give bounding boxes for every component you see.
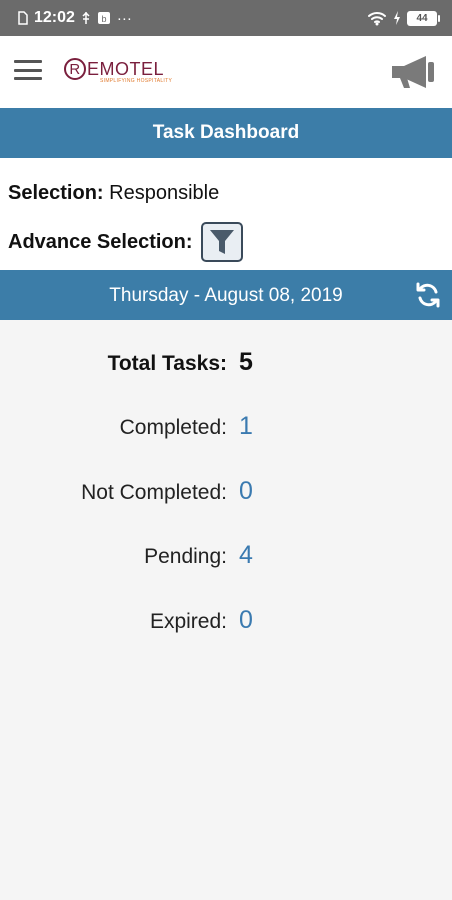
stat-value[interactable]: 0 bbox=[239, 477, 253, 506]
logo-r-mark: R bbox=[64, 58, 86, 80]
selected-date[interactable]: Thursday - August 08, 2019 bbox=[0, 285, 452, 307]
stat-label: Pending: bbox=[144, 545, 227, 568]
battery-tip bbox=[438, 14, 440, 22]
hamburger-menu-icon[interactable] bbox=[14, 58, 42, 82]
status-bar: 12:02 b ··· 44 bbox=[0, 0, 452, 36]
selection-value[interactable]: Responsible bbox=[109, 182, 219, 204]
logo-tagline: SIMPLIFYING HOSPITALITY bbox=[100, 78, 173, 84]
logo-wordmark: R EMOTEL bbox=[64, 58, 172, 80]
status-time: 12:02 bbox=[34, 9, 75, 26]
app-bar: R EMOTEL SIMPLIFYING HOSPITALITY bbox=[0, 36, 452, 108]
selection-row: Selection: Responsible bbox=[8, 182, 219, 205]
logo-text: EMOTEL bbox=[87, 58, 165, 79]
usb-icon bbox=[82, 11, 90, 24]
stat-expired[interactable]: Expired: 0 bbox=[0, 600, 452, 640]
stat-value: 5 bbox=[239, 348, 253, 376]
menu-line bbox=[14, 68, 42, 72]
stat-value[interactable]: 0 bbox=[239, 606, 253, 635]
stat-not-completed[interactable]: Not Completed: 0 bbox=[0, 471, 452, 511]
svg-text:b: b bbox=[101, 14, 106, 24]
stat-completed[interactable]: Completed: 1 bbox=[0, 406, 452, 446]
more-notifications-icon: ··· bbox=[116, 9, 132, 27]
stat-label: Completed: bbox=[119, 416, 227, 439]
page-title: Task Dashboard bbox=[152, 122, 300, 143]
app-notification-icon: b bbox=[97, 12, 110, 24]
stat-label: Total Tasks: bbox=[107, 352, 227, 375]
status-right: 44 bbox=[367, 10, 440, 26]
charging-icon bbox=[394, 11, 400, 25]
battery-icon: 44 bbox=[407, 10, 440, 26]
stat-value[interactable]: 1 bbox=[239, 412, 253, 441]
menu-line bbox=[14, 60, 42, 63]
stat-total-tasks: Total Tasks: 5 bbox=[0, 342, 452, 382]
page-title-bar: Task Dashboard bbox=[0, 108, 452, 158]
megaphone-icon[interactable] bbox=[390, 52, 438, 92]
stat-label: Expired: bbox=[149, 610, 227, 633]
stat-label: Not Completed: bbox=[81, 481, 227, 504]
remotel-logo: R EMOTEL SIMPLIFYING HOSPITALITY bbox=[64, 58, 172, 84]
selection-area: Selection: Responsible Advance Selection… bbox=[0, 158, 452, 270]
stat-value[interactable]: 4 bbox=[239, 541, 253, 570]
selection-label: Selection: bbox=[8, 182, 104, 204]
refresh-icon[interactable] bbox=[414, 281, 442, 309]
date-bar: Thursday - August 08, 2019 bbox=[0, 270, 452, 320]
stat-pending[interactable]: Pending: 4 bbox=[0, 535, 452, 575]
advance-selection-label: Advance Selection: bbox=[8, 230, 193, 253]
battery-level: 44 bbox=[407, 10, 437, 26]
advance-selection-row: Advance Selection: bbox=[8, 222, 243, 262]
funnel-icon bbox=[209, 230, 234, 254]
filter-button[interactable] bbox=[200, 222, 243, 262]
menu-line bbox=[14, 77, 42, 80]
status-left: 12:02 b ··· bbox=[18, 9, 132, 27]
wifi-icon bbox=[368, 12, 386, 26]
sim-icon bbox=[18, 11, 28, 25]
